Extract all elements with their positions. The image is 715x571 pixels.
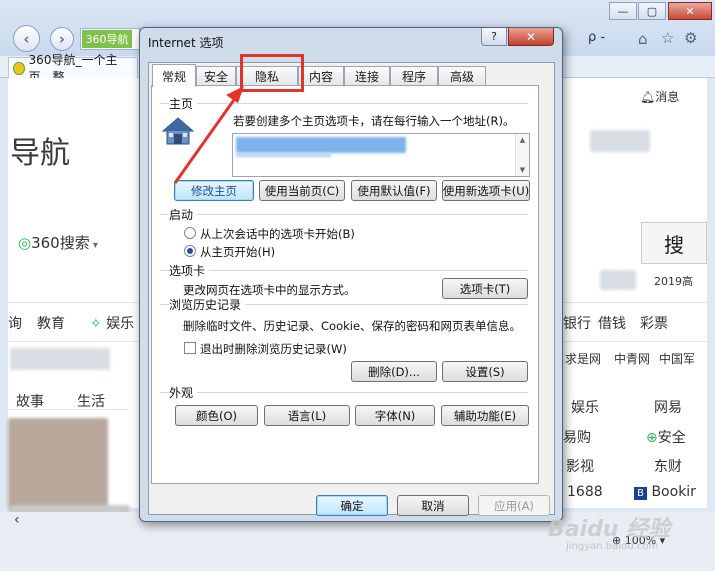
search-submit-button[interactable]: 搜 xyxy=(641,222,707,264)
startup-homepage-label: 从主页开始(H) xyxy=(200,245,276,259)
booking-icon: B xyxy=(634,487,647,500)
cancel-button[interactable]: 取消 xyxy=(397,495,469,516)
group-divider xyxy=(160,270,528,271)
modify-homepage-button[interactable]: 修改主页 xyxy=(174,180,254,201)
site-link[interactable]: 1688 xyxy=(567,484,603,500)
tab-content[interactable]: 内容 xyxy=(298,66,344,85)
tab-security[interactable]: 安全 xyxy=(196,66,236,85)
maximize-button[interactable]: ▢ xyxy=(638,2,666,20)
tab-connections[interactable]: 连接 xyxy=(344,66,390,85)
use-new-tab-button[interactable]: 使用新选项卡(U) xyxy=(442,180,530,201)
homepage-house-icon xyxy=(161,117,195,145)
site-link[interactable]: 中国军 xyxy=(659,350,695,367)
browser-tab[interactable]: 360导航_一个主页，整 xyxy=(8,53,138,84)
search-logo-icon: ◎ xyxy=(18,234,32,252)
delete-on-exit-label: 退出时删除浏览历史记录(W) xyxy=(200,342,347,356)
internet-options-dialog: Internet 选项 ? ✕ 常规 安全 隐私 内容 连接 程序 高级 主页 … xyxy=(139,27,563,522)
site-link[interactable]: 易购 xyxy=(563,427,591,447)
nav-item-entertainment[interactable]: ✧ 娱乐 xyxy=(90,313,134,333)
address-site-logo: 360导航 xyxy=(82,30,132,48)
history-settings-button[interactable]: 设置(S) xyxy=(442,361,528,382)
site-link[interactable]: 影视 xyxy=(566,456,594,476)
homepage-hint: 若要创建多个主页选项卡，请在每行输入一个地址(R)。 xyxy=(233,114,515,128)
startup-homepage-radio[interactable] xyxy=(184,245,196,257)
dialog-title: Internet 选项 xyxy=(148,36,224,50)
homepage-group-label: 主页 xyxy=(169,95,198,112)
help-button[interactable]: ? xyxy=(481,28,507,46)
favorites-star-icon[interactable]: ☆ xyxy=(661,29,674,47)
site-link[interactable]: 求是网 xyxy=(565,350,601,367)
delete-on-exit-checkbox[interactable] xyxy=(184,342,196,354)
group-divider xyxy=(160,392,528,393)
startup-last-session-radio[interactable] xyxy=(184,227,196,239)
site-link[interactable]: 网易 xyxy=(654,397,682,417)
minimize-button[interactable]: — xyxy=(609,2,637,20)
use-default-button[interactable]: 使用默认值(F) xyxy=(351,180,437,201)
languages-button[interactable]: 语言(L) xyxy=(264,405,350,426)
news-link[interactable]: 🔔︎消息 xyxy=(640,88,679,105)
appearance-group-label: 外观 xyxy=(169,384,198,401)
watermark-url: jingyan.baidu.com xyxy=(566,541,659,552)
scroll-left-icon[interactable]: ‹ xyxy=(14,512,20,528)
ok-button[interactable]: 确定 xyxy=(316,495,388,516)
site-favicon-icon xyxy=(13,61,25,75)
group-divider xyxy=(160,214,528,215)
homepage-url-textarea[interactable]: ▲ ▼ xyxy=(232,133,530,177)
use-current-button[interactable]: 使用当前页(C) xyxy=(259,180,345,201)
site-link-security[interactable]: ⊕安全 xyxy=(646,427,686,447)
back-button[interactable]: ‹ xyxy=(13,25,40,52)
colors-button[interactable]: 颜色(O) xyxy=(175,405,258,426)
tab-programs[interactable]: 程序 xyxy=(390,66,438,85)
nav-item[interactable]: 银行 xyxy=(563,313,591,333)
site-link-booking[interactable]: B Bookir xyxy=(634,484,696,500)
general-tab-panel: 主页 若要创建多个主页选项卡，请在每行输入一个地址(R)。 ▲ ▼ 修改主页 使用… xyxy=(151,85,539,484)
scroll-down-icon: ▼ xyxy=(519,166,526,174)
blurred-content xyxy=(10,348,110,370)
watermark: Baidu 经验 xyxy=(548,517,671,542)
site-link[interactable]: 中青网 xyxy=(614,350,650,367)
accessibility-button[interactable]: 辅助功能(E) xyxy=(441,405,529,426)
nav-item[interactable]: 询 xyxy=(8,313,22,333)
startup-group-label: 启动 xyxy=(169,206,198,223)
group-divider xyxy=(160,103,528,104)
bell-icon: 🔔︎ xyxy=(640,90,656,104)
tab-general[interactable]: 常规 xyxy=(152,64,196,87)
blurred-url xyxy=(236,153,331,157)
date-text: 2019高 xyxy=(654,275,693,288)
nav-item[interactable]: 借钱 xyxy=(598,313,626,333)
history-group-label: 浏览历史记录 xyxy=(169,296,246,313)
dialog-close-button[interactable]: ✕ xyxy=(508,28,554,46)
nav-item[interactable]: 教育 xyxy=(37,313,65,333)
blurred-thumbnail xyxy=(8,418,108,510)
browser-close-button[interactable]: ✕ xyxy=(668,2,712,20)
textarea-scrollbar[interactable]: ▲ ▼ xyxy=(515,134,529,176)
left-tab[interactable]: 生活 xyxy=(77,391,105,411)
nav-item[interactable]: 彩票 xyxy=(640,313,668,333)
startup-last-session-label: 从上次会话中的选项卡开始(B) xyxy=(200,227,355,241)
tab-advanced[interactable]: 高级 xyxy=(438,66,486,85)
tabs-settings-button[interactable]: 选项卡(T) xyxy=(442,278,528,299)
blurred-url xyxy=(236,137,406,153)
forward-button[interactable]: › xyxy=(50,27,74,51)
star-icon: ✧ xyxy=(90,316,102,332)
blurred-content xyxy=(600,270,636,290)
site-link[interactable]: 娱乐 xyxy=(571,397,599,417)
shield-icon: ⊕ xyxy=(646,430,658,446)
tools-gear-icon[interactable]: ⚙ xyxy=(684,29,697,47)
site-link[interactable]: 东财 xyxy=(654,456,682,476)
tabs-group-label: 选项卡 xyxy=(169,262,210,279)
blurred-content xyxy=(590,130,650,152)
home-icon[interactable]: ⌂ xyxy=(638,30,648,48)
search-dropdown[interactable]: ρ - xyxy=(588,30,605,45)
delete-history-button[interactable]: 删除(D)... xyxy=(351,361,437,382)
history-description: 删除临时文件、历史记录、Cookie、保存的密码和网页表单信息。 xyxy=(183,319,522,333)
page-title: 导航 xyxy=(10,136,70,171)
scroll-up-icon: ▲ xyxy=(519,136,526,144)
apply-button[interactable]: 应用(A) xyxy=(478,495,550,516)
left-tab[interactable]: 故事 xyxy=(16,391,44,411)
fonts-button[interactable]: 字体(N) xyxy=(355,405,435,426)
search-brand: ◎360搜索 ▾ xyxy=(18,234,98,252)
privacy-tab-highlight xyxy=(240,54,304,92)
